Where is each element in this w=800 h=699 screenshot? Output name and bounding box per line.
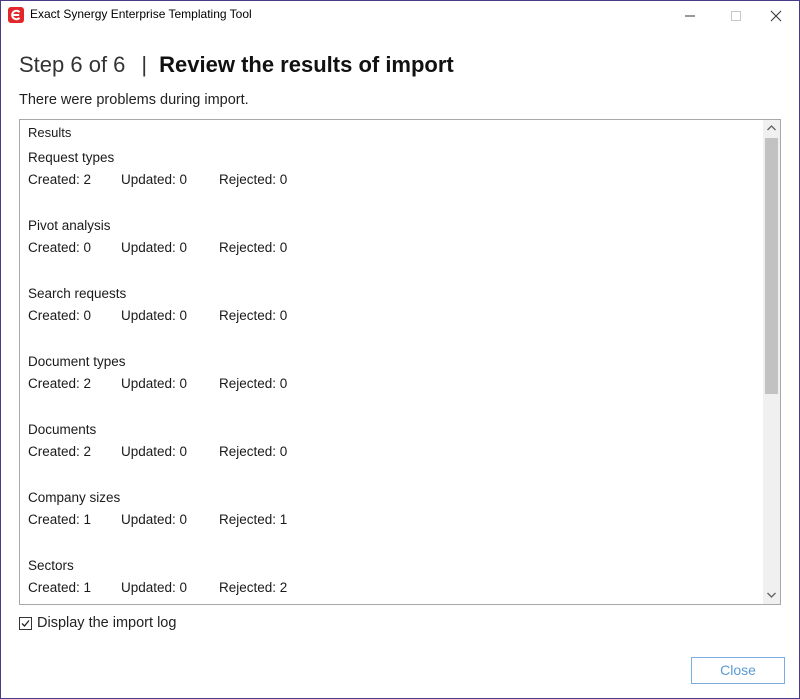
created-count: Created: 0 [28, 240, 92, 255]
updated-count: Updated: 0 [121, 308, 188, 323]
rejected-count: Rejected: 0 [219, 240, 288, 255]
created-count: Created: 0 [28, 308, 92, 323]
rejected-count: Rejected: 0 [219, 376, 288, 391]
heading-separator: | [141, 52, 148, 77]
close-window-button[interactable] [753, 1, 799, 30]
result-counts: Created: 0 Updated: 0 Rejected: 0 [28, 307, 758, 329]
close-button[interactable]: Close [691, 657, 785, 684]
result-section-title: Request types [28, 150, 115, 165]
result-section: Pivot analysis Created: 0 Updated: 0 Reject… [28, 217, 758, 285]
result-section: Documents Created: 2 Updated: 0 Rejected: 0 [28, 421, 758, 489]
minimize-button[interactable] [667, 1, 713, 30]
result-section: Request types Created: 2 Updated: 0 Rejecte… [28, 149, 758, 217]
result-section: Search requests Created: 0 Updated: 0 Rejec… [28, 285, 758, 353]
updated-count: Updated: 0 [121, 172, 188, 187]
result-section-title: Document types [28, 354, 126, 369]
rejected-count: Rejected: 0 [219, 172, 288, 187]
updated-count: Updated: 0 [121, 240, 188, 255]
updated-count: Updated: 0 [121, 376, 188, 391]
page-heading: Step 6 of 6 | Review the results of import [19, 52, 454, 80]
display-log-label[interactable]: Display the import log [37, 615, 176, 631]
result-counts: Created: 1 Updated: 0 Rejected: 1 [28, 511, 758, 533]
scroll-down-arrow-icon[interactable] [763, 587, 780, 604]
updated-count: Updated: 0 [121, 512, 188, 527]
status-message: There were problems during import. [19, 92, 249, 108]
page-title: Review the results of import [159, 52, 454, 77]
result-section-title: Company sizes [28, 490, 121, 505]
vertical-scrollbar[interactable] [763, 120, 780, 604]
created-count: Created: 2 [28, 376, 92, 391]
display-log-checkbox[interactable] [19, 617, 32, 630]
title-bar[interactable]: Exact Synergy Enterprise Templating Tool [1, 1, 799, 30]
results-list: Results Request types Created: 2 Updated: … [28, 125, 758, 604]
result-counts: Created: 2 Updated: 0 Rejected: 0 [28, 443, 758, 465]
exact-logo-icon [8, 7, 24, 23]
results-heading: Results [28, 125, 72, 140]
rejected-count: Rejected: 0 [219, 308, 288, 323]
result-section: Sectors Created: 1 Updated: 0 Rejected: 2 [28, 557, 758, 604]
results-panel[interactable]: Results Request types Created: 2 Updated: … [19, 119, 781, 605]
created-count: Created: 2 [28, 444, 92, 459]
rejected-count: Rejected: 0 [219, 444, 288, 459]
result-section-title: Sectors [28, 558, 74, 573]
created-count: Created: 1 [28, 580, 92, 595]
result-counts: Created: 2 Updated: 0 Rejected: 0 [28, 375, 758, 397]
dialog-window: Exact Synergy Enterprise Templating Tool… [0, 0, 800, 699]
window-title: Exact Synergy Enterprise Templating Tool [30, 7, 252, 21]
created-count: Created: 1 [28, 512, 92, 527]
result-section-title: Search requests [28, 286, 127, 301]
result-section: Document types Created: 2 Updated: 0 Reject… [28, 353, 758, 421]
updated-count: Updated: 0 [121, 580, 188, 595]
result-section-title: Pivot analysis [28, 218, 111, 233]
result-counts: Created: 1 Updated: 0 Rejected: 2 [28, 579, 758, 601]
result-section: Company sizes Created: 1 Updated: 0 Rejecte… [28, 489, 758, 557]
rejected-count: Rejected: 1 [219, 512, 288, 527]
result-counts: Created: 0 Updated: 0 Rejected: 0 [28, 239, 758, 261]
result-section-title: Documents [28, 422, 97, 437]
scroll-up-arrow-icon[interactable] [763, 120, 780, 137]
created-count: Created: 2 [28, 172, 92, 187]
rejected-count: Rejected: 2 [219, 580, 288, 595]
step-indicator: Step 6 of 6 [19, 52, 126, 77]
updated-count: Updated: 0 [121, 444, 188, 459]
scrollbar-thumb[interactable] [765, 138, 778, 394]
result-counts: Created: 2 Updated: 0 Rejected: 0 [28, 171, 758, 193]
